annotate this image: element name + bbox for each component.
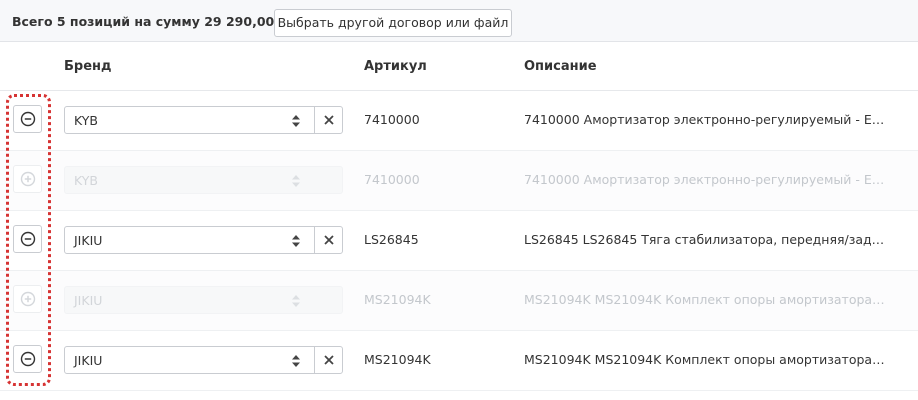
brand-select: KYB [64, 166, 343, 194]
article-cell: 7410000 [364, 172, 420, 187]
column-header-description: Описание [524, 59, 597, 74]
close-icon[interactable] [323, 354, 335, 366]
row-toggle-button[interactable] [13, 345, 42, 373]
sort-arrows-icon [292, 175, 300, 187]
close-icon[interactable] [323, 234, 335, 246]
minus-circle-icon [20, 111, 35, 127]
description-cell: 7410000 Амортизатор электронно-регулируе… [524, 112, 888, 127]
plus-circle-icon [20, 291, 35, 307]
row-toggle-button[interactable] [13, 165, 42, 193]
plus-circle-icon [20, 171, 35, 187]
order-summary: Всего 5 позиций на сумму 29 290,00 ₽ [12, 14, 288, 29]
row-toggle-button[interactable] [13, 285, 42, 313]
article-cell: LS26845 [364, 232, 419, 247]
column-header-article: Артикул [364, 59, 427, 74]
table-row: KYB 7410000 7410000 Амортизатор электрон… [0, 91, 918, 151]
row-toggle-button[interactable] [13, 225, 42, 253]
sort-arrows-icon [292, 355, 300, 367]
table-row: JIKIU MS21094K MS21094K MS21094K Комплек… [0, 271, 918, 331]
description-cell: MS21094K MS21094K Комплект опоры амортиз… [524, 292, 888, 307]
table-header: Бренд Артикул Описание [0, 42, 918, 91]
description-cell: 7410000 Амортизатор электронно-регулируе… [524, 172, 888, 187]
brand-select-value: JIKIU [74, 293, 103, 308]
toolbar: Всего 5 позиций на сумму 29 290,00 ₽ Выб… [0, 0, 918, 42]
close-icon[interactable] [323, 114, 335, 126]
row-toggle-button[interactable] [13, 105, 42, 133]
brand-select-value: JIKIU [74, 233, 103, 248]
brand-select-value: KYB [74, 113, 98, 128]
brand-select[interactable]: JIKIU [64, 226, 343, 254]
brand-select[interactable]: JIKIU [64, 346, 343, 374]
minus-circle-icon [20, 231, 35, 247]
brand-select[interactable]: KYB [64, 106, 343, 134]
article-cell: MS21094K [364, 352, 431, 367]
brand-select: JIKIU [64, 286, 343, 314]
brand-select-value: JIKIU [74, 353, 103, 368]
select-divider [314, 347, 315, 373]
description-cell: MS21094K MS21094K Комплект опоры амортиз… [524, 352, 888, 367]
description-cell: LS26845 LS26845 Тяга стабилизатора, пере… [524, 232, 888, 247]
column-header-brand: Бренд [64, 59, 112, 74]
select-divider [314, 107, 315, 133]
sort-arrows-icon [292, 295, 300, 307]
article-cell: 7410000 [364, 112, 420, 127]
table-row: JIKIU LS26845 LS26845 LS26845 Тяга стаби… [0, 211, 918, 271]
table-row: KYB 7410000 7410000 Амортизатор электрон… [0, 151, 918, 211]
select-divider [314, 227, 315, 253]
minus-circle-icon [20, 351, 35, 367]
brand-select-value: KYB [74, 173, 98, 188]
sort-arrows-icon [292, 115, 300, 127]
choose-other-contract-button[interactable]: Выбрать другой договор или файл [274, 9, 512, 37]
sort-arrows-icon [292, 235, 300, 247]
article-cell: MS21094K [364, 292, 431, 307]
table-row: JIKIU MS21094K MS21094K MS21094K Комплек… [0, 331, 918, 391]
